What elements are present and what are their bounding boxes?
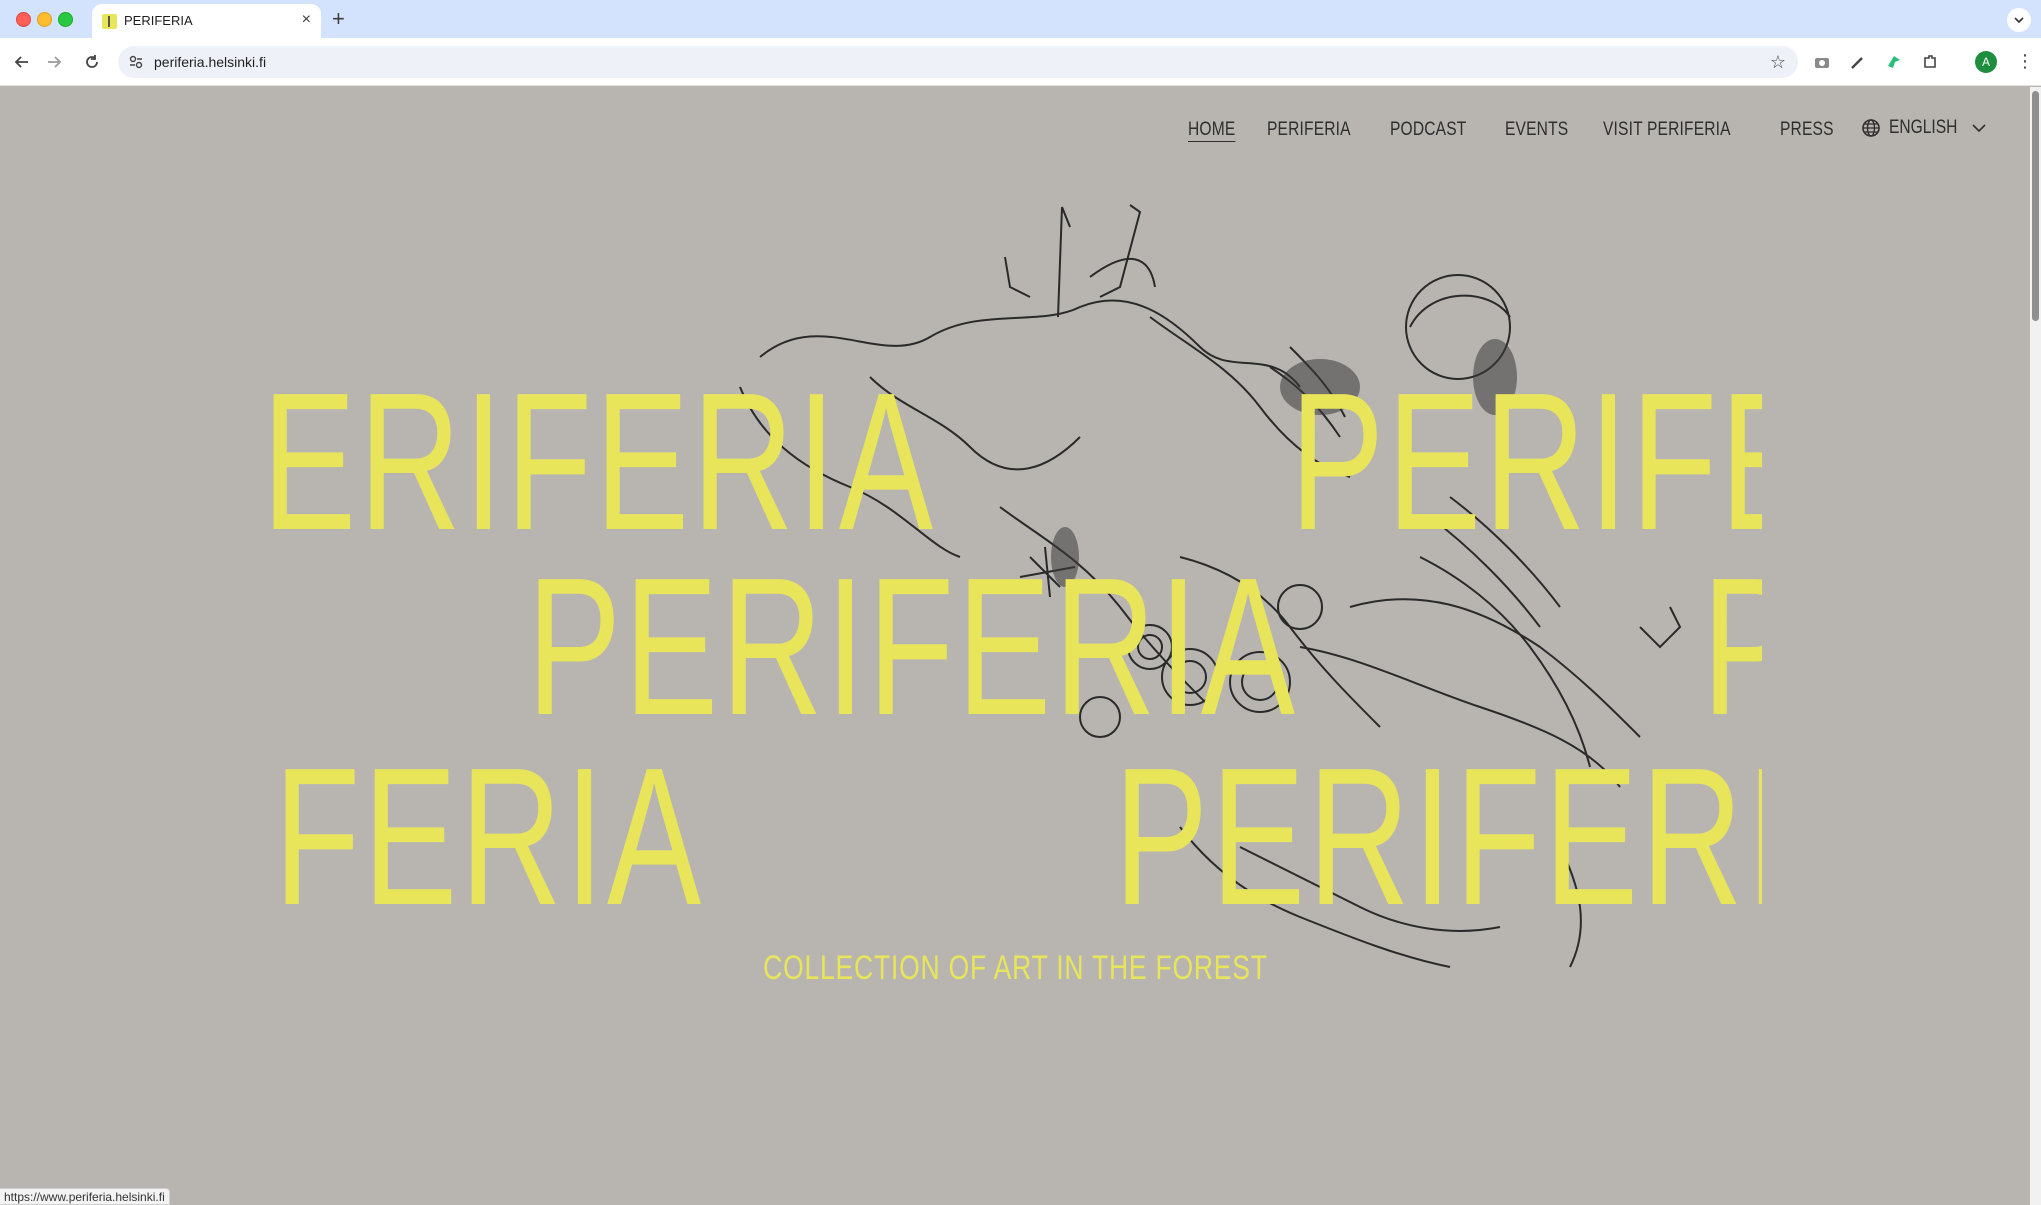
hero-section: ERIFERIA PERIFE PERIFERIA P FERIA PERIFE… — [0, 87, 2030, 1205]
bird-extension-icon[interactable] — [1884, 52, 1904, 72]
hero-word: FERIA — [274, 752, 704, 922]
profile-avatar[interactable]: A — [1975, 51, 1997, 73]
minimize-window-button[interactable] — [37, 12, 52, 27]
tab-title: PERIFERIA — [124, 13, 193, 28]
address-bar[interactable]: periferia.helsinki.fi ☆ — [118, 46, 1798, 78]
url-text: periferia.helsinki.fi — [154, 54, 267, 70]
globe-icon — [1861, 119, 1880, 137]
status-bar-url: https://www.periferia.helsinki.fi — [0, 1188, 170, 1205]
close-tab-icon[interactable]: × — [302, 11, 311, 29]
tab-search-button[interactable] — [2007, 8, 2031, 32]
hero-word-row-2: PERIFERIA P — [262, 562, 1762, 732]
browser-tab[interactable]: PERIFERIA × — [92, 4, 321, 38]
browser-tab-bar: PERIFERIA × + — [0, 0, 2041, 38]
browser-toolbar: periferia.helsinki.fi ☆ A ⋮ — [0, 38, 2041, 86]
forward-arrow-icon[interactable] — [44, 52, 64, 72]
nav-press[interactable]: PRESS — [1780, 119, 1834, 141]
hero-word: P — [1702, 562, 1762, 732]
nav-events[interactable]: EVENTS — [1505, 119, 1568, 141]
new-tab-button[interactable]: + — [332, 6, 345, 32]
hero-word: PERIFERIA — [527, 562, 1298, 732]
main-navigation: HOME PERIFERIA PODCAST EVENTS VISIT PERI… — [1188, 119, 1845, 141]
chevron-down-icon — [2014, 17, 2024, 24]
hero-word-row-1: ERIFERIA PERIFE — [262, 377, 1762, 547]
hero-tagline: COLLECTION OF ART IN THE FOREST — [0, 949, 2030, 988]
hero-word: ERIFERIA — [262, 377, 936, 547]
reload-icon[interactable] — [82, 52, 102, 72]
browser-menu-icon[interactable]: ⋮ — [2016, 50, 2034, 72]
nav-home[interactable]: HOME — [1188, 119, 1235, 141]
scrollbar-thumb[interactable] — [2032, 91, 2039, 321]
nav-podcast[interactable]: PODCAST — [1390, 119, 1466, 141]
tagline-text: COLLECTION OF ART IN THE FOREST — [762, 949, 1268, 987]
back-arrow-icon[interactable] — [12, 52, 32, 72]
language-label: ENGLISH — [1888, 117, 1957, 138]
site-settings-icon[interactable] — [128, 54, 144, 70]
camera-icon[interactable] — [1812, 52, 1832, 72]
page-scrollbar[interactable] — [2030, 87, 2041, 1205]
favicon-icon — [102, 14, 117, 29]
nav-periferia[interactable]: PERIFERIA — [1267, 119, 1351, 141]
bookmark-star-icon[interactable]: ☆ — [1770, 52, 1786, 73]
close-window-button[interactable] — [16, 12, 31, 27]
language-selector[interactable]: ENGLISH — [1861, 117, 1986, 139]
pen-icon[interactable] — [1848, 52, 1868, 72]
nav-visit-periferia[interactable]: VISIT PERIFERIA — [1603, 119, 1731, 141]
extensions-puzzle-icon[interactable] — [1920, 52, 1940, 72]
hero-word: PERIFERI — [1114, 752, 1762, 922]
page-viewport: ERIFERIA PERIFE PERIFERIA P FERIA PERIFE… — [0, 87, 2030, 1205]
maximize-window-button[interactable] — [58, 12, 73, 27]
chevron-down-icon — [1972, 124, 1986, 133]
hero-word: PERIFE — [1290, 377, 1762, 547]
hero-word-row-3: FERIA PERIFERI — [262, 752, 1762, 922]
